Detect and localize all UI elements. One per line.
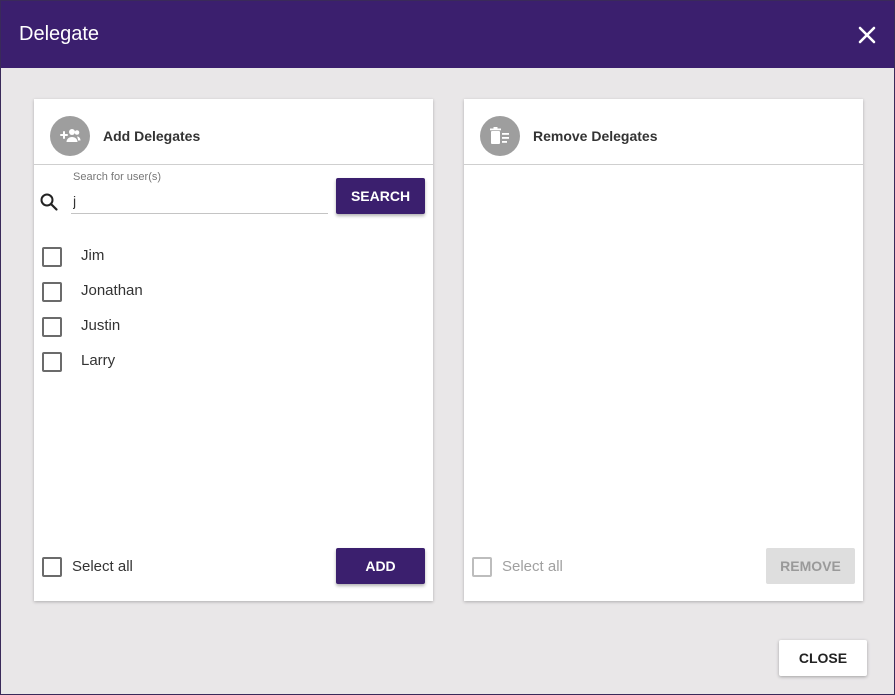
add-delegates-header: Add Delegates [34, 99, 433, 165]
user-name: Justin [81, 317, 121, 334]
list-item[interactable]: Larry [42, 350, 242, 374]
remove-delegates-header: Remove Delegates [464, 99, 863, 165]
search-label: Search for user(s) [73, 171, 162, 183]
select-all-label: Select all [72, 558, 133, 575]
select-all-remove[interactable]: Select all [472, 555, 632, 579]
list-item[interactable]: Jonathan [42, 280, 242, 304]
list-item[interactable]: Jim [42, 245, 242, 269]
add-delegates-panel: Add Delegates Search for user(s) SEARCH … [34, 99, 433, 601]
list-item[interactable]: Justin [42, 315, 242, 339]
search-button[interactable]: SEARCH [336, 178, 425, 214]
close-button[interactable]: CLOSE [779, 640, 867, 676]
user-name: Larry [81, 352, 116, 369]
add-delegates-title: Add Delegates [103, 128, 201, 144]
dialog-title: Delegate [19, 23, 100, 45]
select-all-add[interactable]: Select all [42, 555, 202, 579]
checkbox[interactable] [42, 317, 62, 337]
select-all-checkbox[interactable] [472, 557, 492, 577]
remove-delegates-title: Remove Delegates [533, 128, 658, 144]
group-add-icon [50, 116, 90, 156]
add-button[interactable]: ADD [336, 548, 425, 584]
dialog-titlebar: Delegate [1, 1, 894, 68]
select-all-label: Select all [502, 558, 563, 575]
remove-button[interactable]: REMOVE [766, 548, 855, 584]
checkbox[interactable] [42, 247, 62, 267]
user-name: Jim [81, 247, 105, 264]
remove-delegates-panel: Remove Delegates Select all REMOVE [464, 99, 863, 601]
checkbox[interactable] [42, 352, 62, 372]
delete-list-icon [480, 116, 520, 156]
search-input[interactable] [71, 189, 328, 214]
search-icon [39, 192, 59, 217]
select-all-checkbox[interactable] [42, 557, 62, 577]
delegate-dialog: Delegate Add Delegates Search for user(s… [0, 0, 895, 695]
close-icon[interactable] [853, 21, 881, 49]
user-name: Jonathan [81, 282, 143, 299]
checkbox[interactable] [42, 282, 62, 302]
